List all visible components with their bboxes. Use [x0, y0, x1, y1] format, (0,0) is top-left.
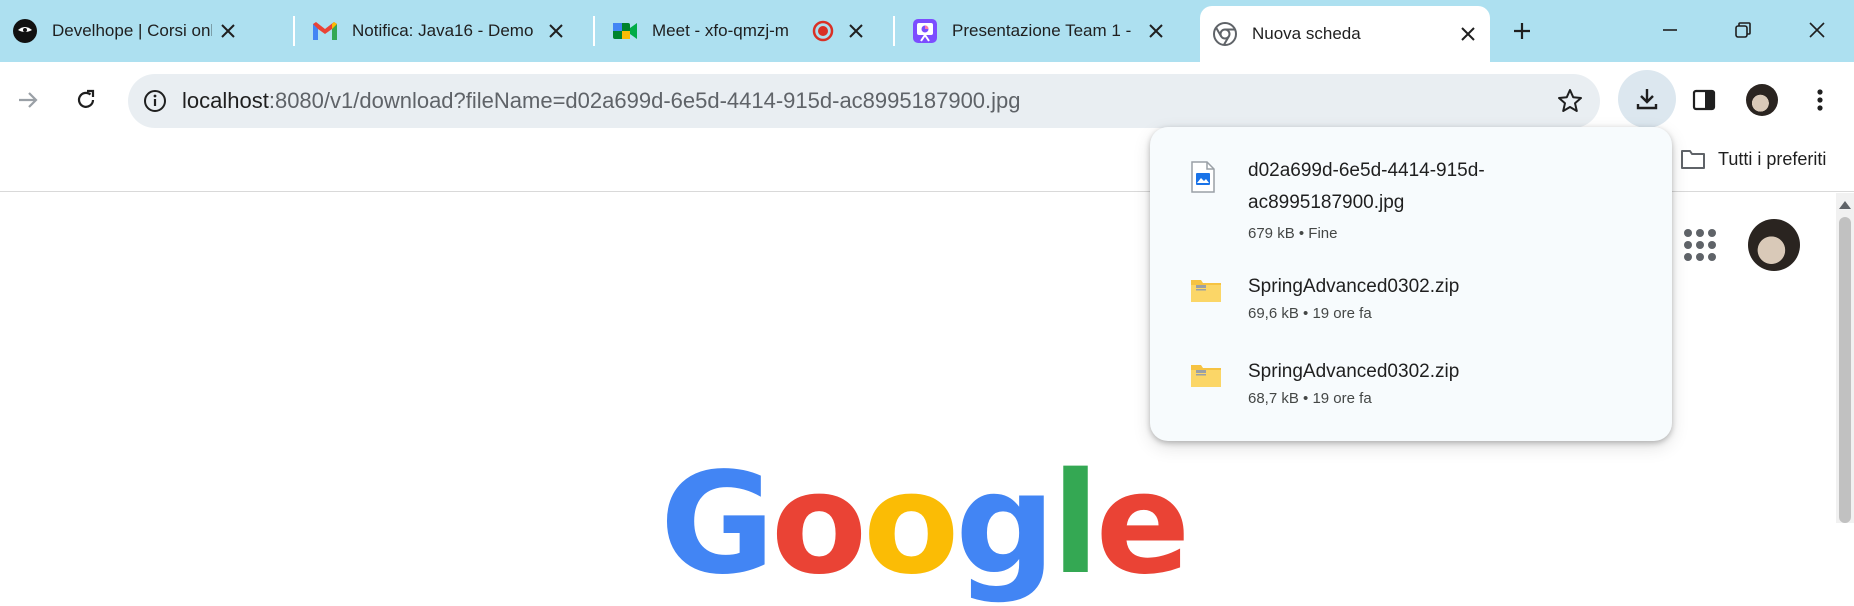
download-file-name: d02a699d-6e5d-4414-915d-ac8995187900.jpg: [1248, 160, 1485, 213]
account-avatar[interactable]: [1748, 219, 1800, 271]
folder-icon: [1680, 148, 1706, 170]
download-icon: [1636, 89, 1658, 110]
download-file-meta: 679 kB • Fine: [1248, 225, 1338, 242]
zip-folder-icon: [1190, 362, 1222, 388]
tab-develhope[interactable]: Develhope | Corsi online: [0, 8, 250, 54]
site-info-icon[interactable]: [128, 89, 182, 113]
scroll-up-arrow-icon[interactable]: [1839, 201, 1851, 209]
tab-meet[interactable]: Meet - xfo-qmzj-m: [600, 8, 878, 54]
all-bookmarks-button[interactable]: Tutti i preferiti: [1680, 148, 1826, 170]
reload-icon: [77, 89, 95, 108]
all-bookmarks-label: Tutti i preferiti: [1718, 148, 1827, 169]
new-tab-button[interactable]: [1504, 13, 1540, 49]
minimize-icon: [1663, 29, 1677, 31]
image-file-icon: [1190, 161, 1216, 193]
download-item[interactable]: SpringAdvanced0302.zip 68,7 kB • 19 ore …: [1150, 356, 1672, 416]
google-logo: Google: [660, 443, 1190, 606]
profile-button[interactable]: [1742, 80, 1782, 120]
reload-button[interactable]: [66, 80, 106, 120]
close-tab-icon[interactable]: [216, 19, 240, 43]
url-host: localhost: [182, 88, 269, 113]
recording-icon: [812, 20, 834, 47]
tab-separator: [893, 16, 895, 46]
close-tab-icon[interactable]: [844, 19, 868, 43]
scroll-thumb[interactable]: [1839, 217, 1851, 523]
gmail-icon: [312, 18, 338, 44]
plus-icon: [1514, 23, 1530, 39]
close-window-button[interactable]: [1797, 10, 1837, 50]
forward-button[interactable]: [8, 80, 48, 120]
tab-presentation[interactable]: Presentazione Team 1 -: [900, 8, 1178, 54]
address-bar[interactable]: localhost:8080/v1/download?fileName=d02a…: [128, 74, 1600, 128]
develhope-icon: [12, 18, 38, 44]
google-apps-button[interactable]: [1682, 227, 1718, 263]
minimize-button[interactable]: [1650, 10, 1690, 50]
downloads-panel: d02a699d-6e5d-4414-915d-ac8995187900.jpg…: [1150, 127, 1672, 441]
bookmark-star-icon[interactable]: [1556, 87, 1584, 115]
tab-title: Presentazione Team 1 -: [952, 21, 1132, 40]
tab-title: Nuova scheda: [1252, 24, 1361, 43]
tab-separator: [593, 16, 595, 46]
restore-button[interactable]: [1723, 10, 1763, 50]
downloads-button[interactable]: [1618, 70, 1676, 128]
url-path: :8080/v1/download?fileName=d02a699d-6e5d…: [268, 88, 1021, 113]
close-icon: [1809, 22, 1825, 38]
url-text[interactable]: localhost:8080/v1/download?fileName=d02a…: [182, 88, 1021, 114]
download-file-meta: 68,7 kB • 19 ore fa: [1248, 390, 1372, 407]
tab-separator: [293, 16, 295, 46]
tab-strip: Develhope | Corsi online Notifica: Java1…: [0, 0, 1854, 62]
download-file-meta: 69,6 kB • 19 ore fa: [1248, 305, 1372, 322]
meet-icon: [612, 18, 638, 44]
more-vert-icon: [1817, 89, 1823, 111]
tab-new-tab[interactable]: Nuova scheda: [1200, 6, 1490, 62]
tab-title: Meet - xfo-qmzj-m: [652, 21, 789, 40]
download-file-name: SpringAdvanced0302.zip: [1248, 276, 1460, 297]
scrollbar[interactable]: [1836, 193, 1854, 523]
tab-title: Notifica: Java16 - Demo: [352, 21, 534, 40]
download-item[interactable]: d02a699d-6e5d-4414-915d-ac8995187900.jpg…: [1150, 155, 1672, 251]
arrow-right-icon: [19, 92, 38, 108]
close-tab-icon[interactable]: [544, 19, 568, 43]
tab-title: Develhope | Corsi online: [52, 21, 212, 40]
zip-folder-icon: [1190, 277, 1222, 303]
avatar: [1746, 84, 1778, 116]
chrome-icon: [1212, 21, 1238, 47]
download-item[interactable]: SpringAdvanced0302.zip 69,6 kB • 19 ore …: [1150, 271, 1672, 331]
restore-icon: [1735, 22, 1751, 38]
side-panel-icon: [1692, 89, 1716, 111]
presentation-icon: [912, 18, 938, 44]
tab-gmail[interactable]: Notifica: Java16 - Demo: [300, 8, 578, 54]
download-file-name: SpringAdvanced0302.zip: [1248, 361, 1460, 382]
close-tab-icon[interactable]: [1456, 22, 1480, 46]
menu-button[interactable]: [1800, 80, 1840, 120]
side-panel-button[interactable]: [1684, 80, 1724, 120]
close-tab-icon[interactable]: [1144, 19, 1168, 43]
